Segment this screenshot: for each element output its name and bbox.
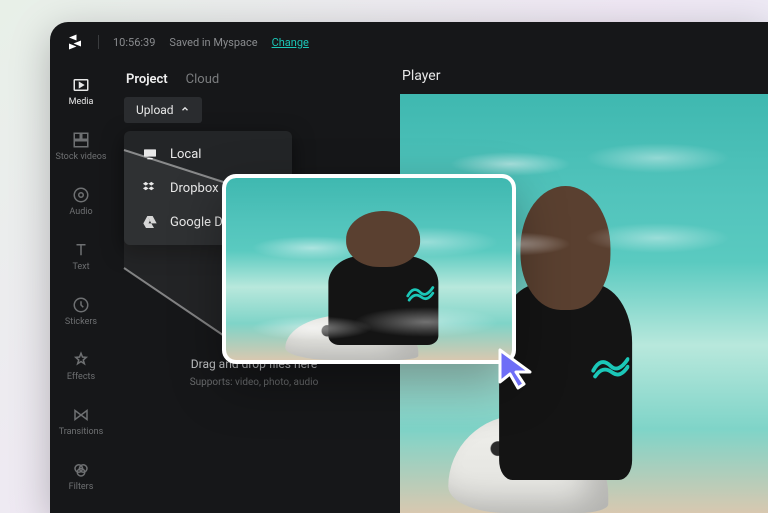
stock-icon — [72, 131, 90, 149]
sidebar-item-label: Text — [72, 262, 89, 272]
app-logo-icon — [66, 33, 84, 51]
sidebar-item-stickers[interactable]: Stickers — [50, 292, 112, 331]
gdrive-icon — [142, 214, 158, 230]
sidebar-item-stock-videos[interactable]: Stock videos — [50, 127, 112, 166]
dropbox-icon — [142, 180, 158, 196]
preview-thumbnail — [226, 178, 512, 360]
tab-cloud[interactable]: Cloud — [186, 72, 220, 87]
upload-option-label: Dropbox — [170, 181, 219, 196]
sidebar-item-label: Effects — [67, 372, 95, 382]
preview-popup[interactable] — [222, 174, 516, 364]
media-icon — [72, 76, 90, 94]
sidebar: Media Stock videos Audio Text Stickers E… — [50, 62, 112, 513]
effects-icon — [72, 351, 90, 369]
filters-icon — [72, 461, 90, 479]
player-title: Player — [400, 62, 768, 94]
sidebar-item-effects[interactable]: Effects — [50, 347, 112, 386]
dropzone-subtext: Supports: video, photo, audio — [190, 377, 319, 388]
text-icon — [72, 241, 90, 259]
sidebar-item-filters[interactable]: Filters — [50, 457, 112, 496]
sidebar-item-text[interactable]: Text — [50, 237, 112, 276]
local-icon — [142, 146, 158, 162]
cursor-pointer-icon — [496, 346, 542, 392]
sidebar-item-media[interactable]: Media — [50, 72, 112, 111]
chevron-up-icon — [180, 103, 190, 117]
upload-option-label: Local — [170, 147, 201, 162]
sidebar-item-label: Stickers — [65, 317, 97, 327]
sidebar-item-label: Filters — [69, 482, 94, 492]
upload-button-label: Upload — [136, 103, 174, 117]
divider — [98, 35, 99, 49]
sidebar-item-transitions[interactable]: Transitions — [50, 402, 112, 441]
upload-button[interactable]: Upload — [124, 97, 202, 123]
change-link[interactable]: Change — [272, 36, 309, 49]
panel-tabs: Project Cloud — [118, 68, 386, 97]
stickers-icon — [72, 296, 90, 314]
transitions-icon — [72, 406, 90, 424]
sidebar-item-label: Stock videos — [55, 152, 106, 162]
audio-icon — [72, 186, 90, 204]
tab-project[interactable]: Project — [126, 72, 168, 87]
sidebar-item-label: Media — [69, 97, 94, 107]
saved-status: Saved in Myspace — [169, 36, 257, 49]
topbar: 10:56:39 Saved in Myspace Change — [50, 22, 768, 62]
upload-option-local[interactable]: Local — [124, 137, 292, 171]
sidebar-item-label: Transitions — [59, 427, 104, 437]
sidebar-item-label: Audio — [69, 207, 92, 217]
timestamp: 10:56:39 — [113, 36, 155, 49]
sidebar-item-audio[interactable]: Audio — [50, 182, 112, 221]
